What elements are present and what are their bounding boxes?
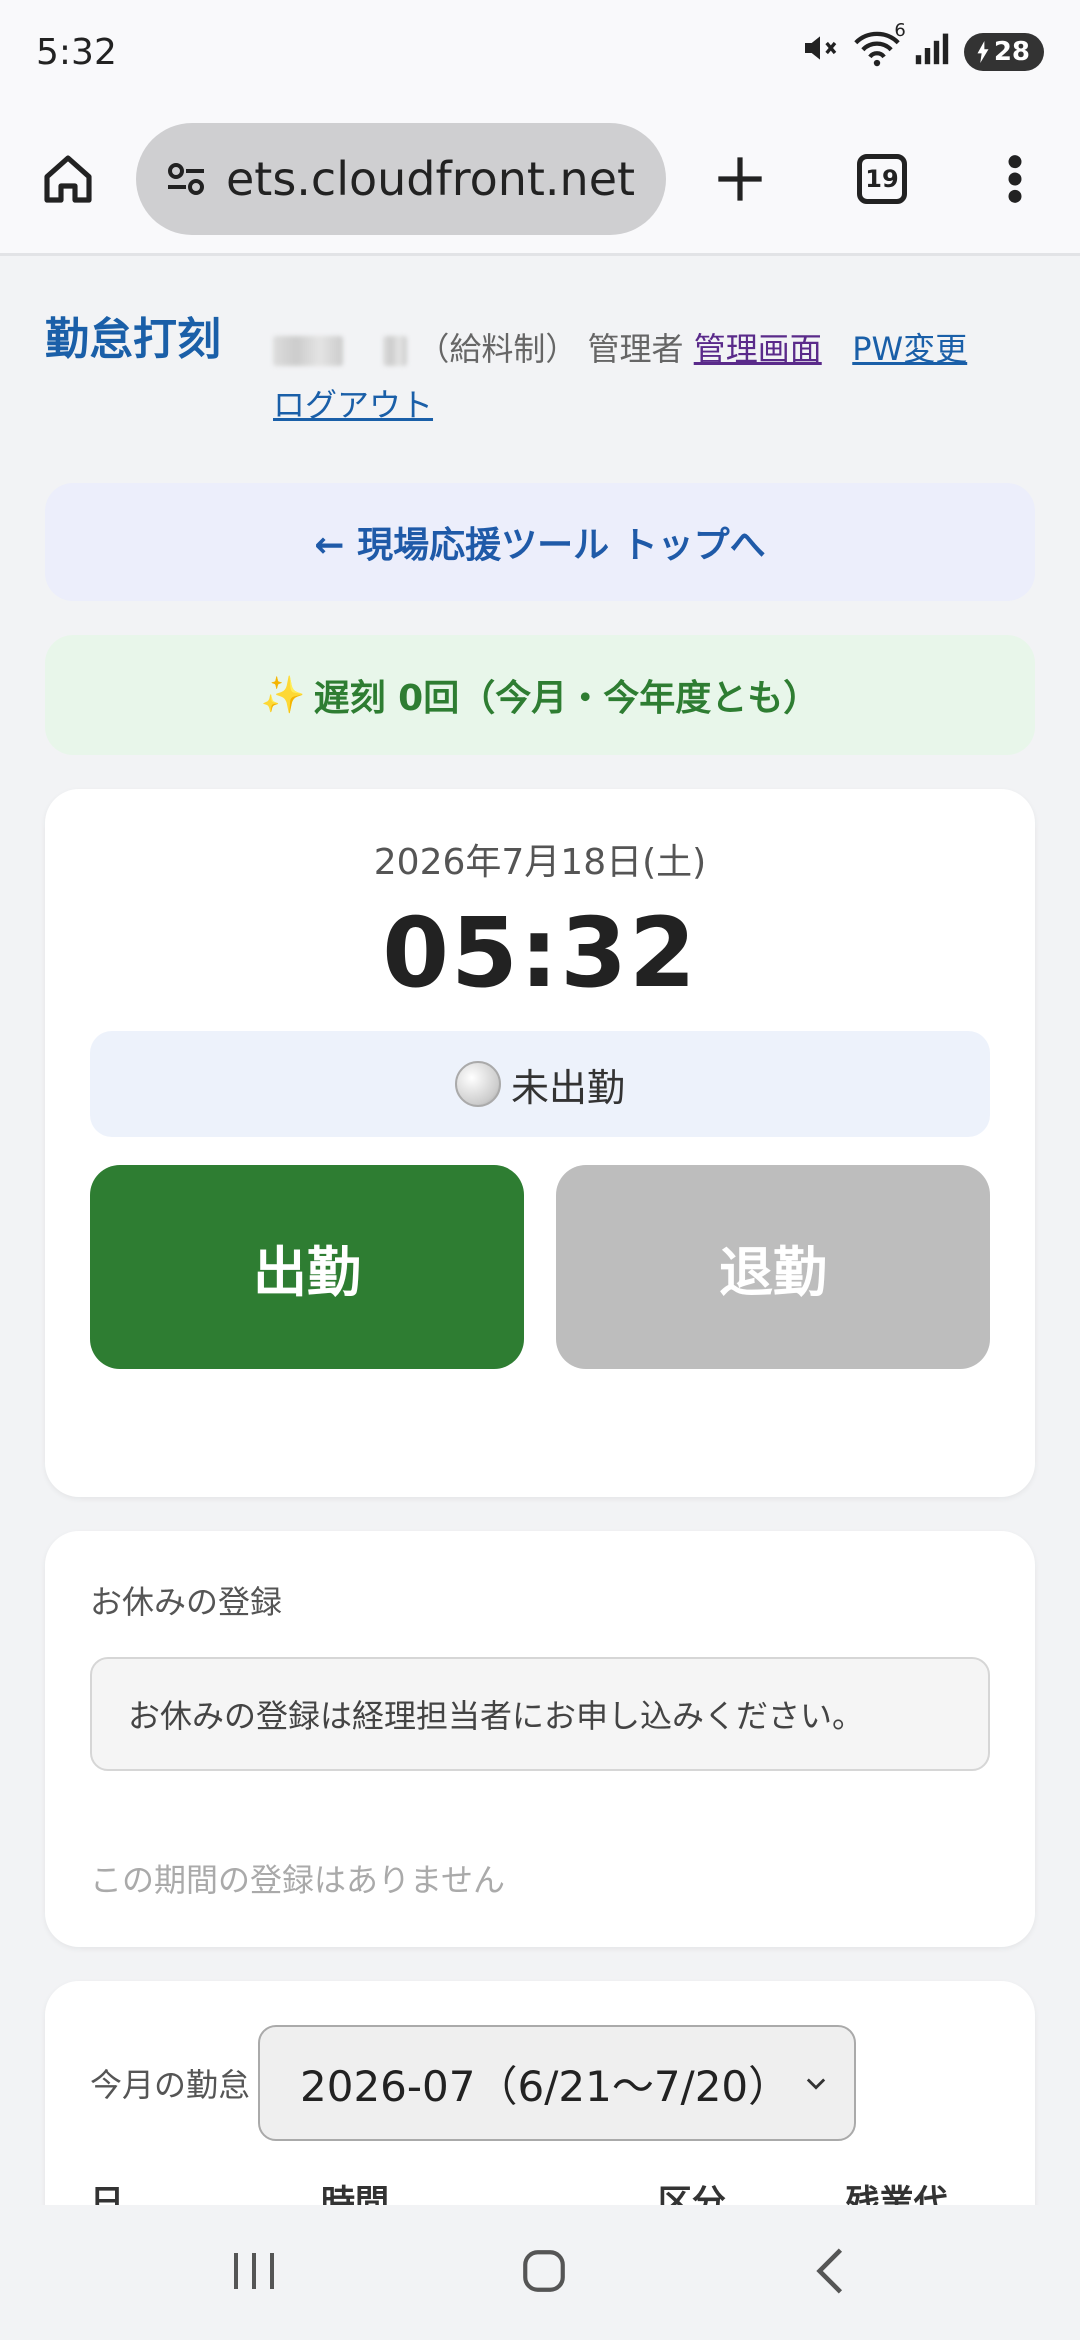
page-content: 勤怠打刻 （給料制） 管理者 管理画面 PW変更 ログアウト ← 現場応援ツール… <box>0 259 1080 2205</box>
leave-notice: お休みの登録は経理担当者にお申し込みください。 <box>90 1657 990 1771</box>
new-tab-button[interactable] <box>666 153 814 205</box>
attendance-status: 未出勤 <box>90 1031 990 1137</box>
more-vert-icon <box>1008 154 1022 203</box>
home-icon <box>44 154 92 203</box>
col-category: 区分 <box>657 2183 726 2205</box>
col-day: 日 <box>90 2183 124 2205</box>
plus-icon <box>718 156 762 201</box>
tab-count: 19 <box>857 153 907 204</box>
status-circle-icon <box>454 1061 501 1107</box>
back-icon <box>815 2248 842 2293</box>
leave-card: お休みの登録 お休みの登録は経理担当者にお申し込みください。 この期間の登録はあ… <box>45 1531 1035 1947</box>
status-time: 5:32 <box>36 31 117 73</box>
wifi-badge: 6 <box>894 19 906 41</box>
late-count-banner: ✨ 遅刻 0回（今月・今年度とも） <box>45 635 1035 755</box>
role-label: 管理者 <box>587 330 684 368</box>
status-icons: 6 28 <box>800 20 1044 77</box>
page-title: 勤怠打刻 <box>45 314 221 365</box>
attendance-status-text: 未出勤 <box>510 1065 625 1110</box>
clock-in-button[interactable]: 出勤 <box>90 1165 524 1369</box>
home-nav-icon <box>523 2249 565 2292</box>
wifi-icon: 6 <box>854 20 906 77</box>
mute-icon <box>800 28 840 77</box>
month-select[interactable]: 2026-07（6/21〜7/20） <box>258 2025 857 2141</box>
col-time: 時間 <box>321 2183 390 2205</box>
back-to-top-link[interactable]: ← 現場応援ツール トップへ <box>45 483 1035 601</box>
browser-toolbar: ets.cloudfront.net 19 <box>0 104 1080 256</box>
recent-apps-icon <box>234 2252 275 2289</box>
system-nav-bar <box>0 2205 1080 2340</box>
app-header: 勤怠打刻 （給料制） 管理者 管理画面 PW変更 ログアウト <box>45 259 1035 473</box>
back-nav-button[interactable] <box>810 2246 850 2300</box>
chevron-down-icon <box>806 2078 826 2090</box>
attendance-card: 今月の勤怠 2026-07（6/21〜7/20） 日 時間 区分 残業代 <box>45 1981 1035 2205</box>
attendance-label: 今月の勤怠 <box>90 2066 251 2104</box>
leave-empty-text: この期間の登録はありません <box>90 1861 506 1899</box>
late-count-text: 遅刻 0回（今月・今年度とも） <box>313 678 820 719</box>
admin-link[interactable]: 管理画面 <box>694 330 822 368</box>
home-button[interactable] <box>0 103 136 255</box>
user-name-redacted <box>273 336 343 366</box>
sparkles-icon: ✨ <box>260 675 306 716</box>
punch-buttons: 出勤 退勤 <box>90 1165 990 1369</box>
recent-apps-button[interactable] <box>230 2249 278 2297</box>
month-row: 今月の勤怠 2026-07（6/21〜7/20） <box>90 2025 990 2141</box>
user-name-redacted-2 <box>383 336 408 366</box>
tab-switcher-button[interactable]: 19 <box>814 153 950 204</box>
battery-level: 28 <box>993 37 1030 67</box>
browser-menu-button[interactable] <box>950 153 1080 205</box>
logout-link[interactable]: ログアウト <box>273 386 433 424</box>
user-info: （給料制） 管理者 管理画面 PW変更 ログアウト <box>225 307 967 473</box>
pay-type: （給料制） <box>417 330 578 368</box>
current-date: 2026年7月18日(土) <box>373 842 707 883</box>
attendance-table-header: 日 時間 区分 残業代 <box>90 2175 990 2205</box>
month-select-value: 2026-07（6/21〜7/20） <box>300 2061 791 2111</box>
col-overtime: 残業代 <box>845 2183 948 2205</box>
site-settings-icon[interactable] <box>162 155 210 203</box>
clock-out-button[interactable]: 退勤 <box>556 1165 990 1369</box>
home-nav-button[interactable] <box>519 2246 569 2300</box>
leave-section-label: お休みの登録 <box>90 1583 283 1621</box>
pw-change-link[interactable]: PW変更 <box>852 330 967 368</box>
address-bar[interactable]: ets.cloudfront.net <box>136 122 666 235</box>
signal-icon <box>914 30 950 75</box>
current-time: 05:32 <box>382 897 698 1009</box>
clock-card: 2026年7月18日(土) 05:32 未出勤 出勤 退勤 <box>45 789 1035 1497</box>
url-text: ets.cloudfront.net <box>226 151 636 206</box>
status-bar: 5:32 6 28 <box>0 0 1080 104</box>
battery-icon: 28 <box>963 33 1044 71</box>
